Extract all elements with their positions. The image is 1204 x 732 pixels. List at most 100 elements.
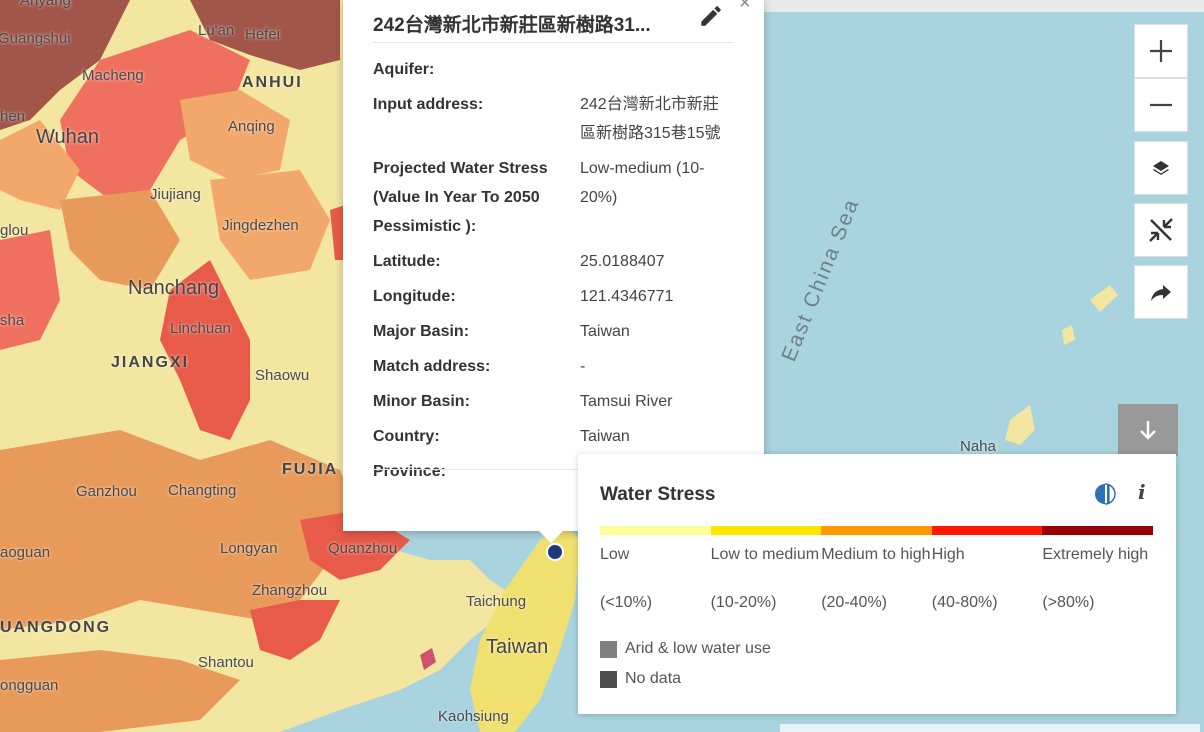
map-attribution [780,724,1200,732]
popup-row-value: Taiwan [580,428,630,445]
popup-row-key: Match address: [373,358,491,375]
map-label-ganzhou: Ganzhou [76,483,137,500]
legend-color-segment [1042,526,1153,535]
popup-row-key: Aquifer: [373,61,435,78]
popup-row: Longitude: 121.4346771 [373,282,743,311]
popup-row: Aquifer: [373,55,743,84]
legend-category-name: High [931,546,965,563]
legend-color-segment [821,526,932,535]
download-button[interactable] [1118,404,1178,456]
popup-row-key: Province: [373,463,446,480]
map-label-jiangxi: JIANGXI [111,354,190,371]
map-label-shantou: Shantou [198,654,254,671]
popup-row-value: Low-medium (10-20%) [580,160,705,206]
legend-category-range: (>80%) [1042,594,1095,611]
popup-row-value: Tamsui River [580,393,673,410]
legend-category-name: Low to medium [710,546,820,563]
popup-row: Latitude: 25.0188407 [373,247,743,276]
zoom-in-button[interactable] [1134,24,1188,78]
map-label-ongguan: ongguan [0,677,59,694]
popup-row: Projected Water Stress (Value In Year To… [373,154,743,241]
legend-extra-arid: Arid & low water use [600,640,771,658]
legend-category-range: (40-80%) [931,594,998,611]
map-label-anqing: Anqing [228,118,275,135]
legend-category-range: (10-20%) [710,594,777,611]
popup-divider-top [373,42,734,43]
map-label-changting: Changting [168,482,237,499]
popup-row: Match address: - [373,352,743,381]
legend-panel: Water Stress i Low (<10%) Low to medium (10… [578,454,1176,714]
pencil-icon[interactable] [698,3,724,29]
map-label-kaohsiung: Kaohsiung [438,708,509,725]
close-icon[interactable]: × [739,0,751,15]
arid-swatch [600,640,617,658]
popup-row: Country: Taiwan [373,422,743,451]
popup-row: Major Basin: Taiwan [373,317,743,346]
layers-button[interactable] [1134,141,1188,195]
map-label-linchuan: Linchuan [170,320,231,337]
legend-category: Low to medium (10-20%) [711,544,822,614]
map-label-longyan: Longyan [220,540,278,557]
collapse-arrows-icon [1149,218,1173,242]
popup-pointer [539,531,563,543]
legend-category: Low (<10%) [600,544,711,614]
map-label-uangdong: UANGDONG [0,619,112,636]
popup-row-key: Input address: [373,96,484,113]
popup-row-value: 242台灣新北市新莊區新樹路315巷15號 [580,96,721,142]
popup-row: Minor Basin: Tamsui River [373,387,743,416]
map-label-luan: Lu'an [198,22,235,39]
layers-icon [1153,161,1169,175]
popup-row-key: Longitude: [373,288,456,305]
map-label-anyang: Anyang [20,0,71,9]
legend-extra-no-data: No data [600,670,681,688]
share-button[interactable] [1134,265,1188,319]
popup-row-value [580,55,730,84]
popup-attribute-list: Aquifer: Input address: 242台灣新北市新莊區新樹路315巷… [373,55,743,492]
map-label-zhangzhou: Zhangzhou [252,582,328,599]
info-icon[interactable]: i [1138,480,1146,504]
map-label-macheng: Macheng [82,67,144,84]
legend-color-segment [710,526,822,535]
minus-icon [1150,103,1172,107]
popup-row-key: Country: [373,428,440,445]
map-label-naha: Naha [960,438,996,455]
map-label-fujian: FUJIA [282,461,339,478]
map-label-aoguan: aoguan [0,544,51,561]
popup-row-value: - [580,358,586,375]
collapse-button[interactable] [1134,203,1188,257]
map-label-jingdezhen: Jingdezhen [222,217,299,234]
feature-popup: 242台灣新北市新莊區新樹路31... × Aquifer: Input addr… [343,0,764,543]
popup-row-key: Latitude: [373,253,441,270]
no-data-swatch [600,670,617,688]
legend-category-name: Medium to high [821,546,931,563]
map-label-quanzhou: Quanzhou [328,540,398,557]
popup-row: Input address: 242台灣新北市新莊區新樹路315巷15號 [373,90,743,148]
share-arrow-icon [1151,285,1171,301]
legend-extra-label: No data [625,670,682,687]
popup-row-key: Projected Water Stress (Value In Year To… [373,160,548,235]
download-arrow-icon [1140,421,1156,440]
map-label-hen: hen [0,108,26,125]
map-label-nanchang: Nanchang [128,277,220,299]
map-label-wuhan: Wuhan [36,126,100,148]
popup-row-key: Minor Basin: [373,393,470,410]
zoom-out-button[interactable] [1134,78,1188,132]
map-label-guangshui: Guangshui [0,30,71,47]
map-label-sha: sha [0,312,25,329]
popup-row-key: Major Basin: [373,323,470,340]
map-label-glou: glou [0,222,29,239]
legend-category: Extremely high (>80%) [1042,544,1153,614]
location-marker[interactable] [546,543,564,561]
legend-extra-label: Arid & low water use [625,640,771,657]
popup-row-value: Taiwan [580,323,630,340]
popup-title: 242台灣新北市新莊區新樹路31... [373,15,651,36]
map-label-hefei: Hefei [245,26,281,43]
map-label-taiwan: Taiwan [486,636,549,658]
legend-category: High (40-80%) [932,544,1043,614]
legend-color-segment [931,526,1043,535]
map-label-anhui: ANHUI [242,74,303,91]
opacity-toggle-icon[interactable] [1093,482,1117,506]
popup-row-value: 121.4346771 [580,288,674,305]
map-label-jiujiang: Jiujiang [150,186,201,203]
legend-color-segment [600,526,711,535]
